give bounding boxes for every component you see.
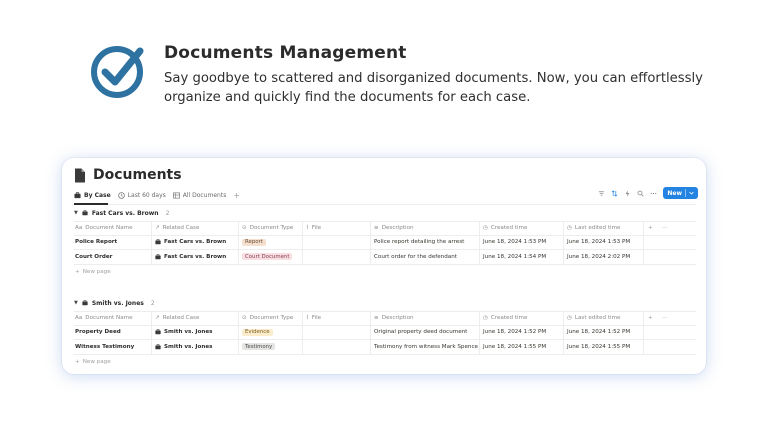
text-icon: ≡ [374,225,379,232]
document-type-tag: Court Document [242,253,293,261]
clock-icon: ◷ [483,315,488,322]
view-tabs: By Case Last 60 days All Documents + [74,188,240,202]
views-divider [72,204,696,205]
arrow-up-right-icon: ↗ [155,225,160,232]
column-document-type[interactable]: ⊙ Document Type [239,222,303,235]
column-document-name[interactable]: Aa Document Name [74,222,152,235]
add-column-icon: + [648,225,653,232]
document-type-tag: Evidence [242,328,273,336]
column-document-type[interactable]: ⊙ Document Type [239,312,303,325]
column-created-time[interactable]: ◷ Created time [480,312,564,325]
chevron-down-icon[interactable] [689,191,694,195]
briefcase-icon [74,191,81,198]
more-options-icon[interactable] [650,190,657,197]
hero-description: Say goodbye to scattered and disorganize… [164,71,703,105]
database-title-text[interactable]: Documents [93,167,182,183]
plus-icon: + [75,268,80,275]
document-type-tag: Testimony [242,343,276,351]
table-header-row: Aa Document Name ↗ Related Case ⊙ Document … [74,221,696,236]
hero-title: Documents Management [164,43,407,63]
paperclip-icon: ⌇ [306,225,309,232]
collapse-triangle-icon[interactable]: ▼ [74,210,78,216]
select-icon: ⊙ [242,315,247,322]
documents-table: Aa Document Name ↗ Related Case ⊙ Document … [74,311,696,369]
plus-icon: + [75,358,80,365]
more-icon: ··· [662,315,668,322]
text-icon: ≡ [374,315,379,322]
add-view-button[interactable]: + [233,191,240,200]
group-name: Smith vs. Jones [91,299,144,307]
table-row[interactable]: Police Report Fast Cars vs. Brown Report… [74,235,696,250]
new-page-button[interactable]: + New page [74,355,696,369]
database-title: Documents [74,164,182,186]
group-header[interactable]: ▼ Fast Cars vs. Brown 2 [74,207,169,219]
search-icon[interactable] [637,190,644,197]
select-icon: ⊙ [242,225,247,232]
check-circle-icon [91,46,144,98]
column-add-and-more[interactable]: + ··· [644,312,696,325]
briefcase-icon [155,254,161,259]
column-last-edited-time[interactable]: ◷ Last edited time [564,222,644,235]
group-name: Fast Cars vs. Brown [91,209,159,217]
documents-table: Aa Document Name ↗ Related Case ⊙ Document … [74,221,696,279]
clock-icon: ◷ [483,225,488,232]
column-file[interactable]: ⌇ File [303,222,371,235]
sort-icon[interactable] [611,189,618,197]
column-related-case[interactable]: ↗ Related Case [152,222,239,235]
clock-icon: ◷ [567,225,572,232]
column-add-and-more[interactable]: + ··· [644,222,696,235]
table-icon [172,192,180,198]
arrow-up-right-icon: ↗ [155,315,160,322]
add-column-icon: + [648,315,653,322]
documents-database-card: Documents By Case Last 60 days All Docum… [62,158,706,374]
table-row[interactable]: Property Deed Smith vs. Jones Evidence O… [74,325,696,340]
paperclip-icon: ⌇ [306,315,309,322]
column-last-edited-time[interactable]: ◷ Last edited time [564,312,644,325]
document-type-tag: Report [242,238,266,246]
tab-last-60-days[interactable]: Last 60 days [117,188,166,202]
tab-by-case[interactable]: By Case [74,188,111,202]
new-button[interactable]: New [663,187,698,199]
collapse-triangle-icon[interactable]: ▼ [74,300,78,306]
briefcase-icon [82,300,88,306]
group-count: 2 [165,209,170,217]
group-count: 2 [150,299,155,307]
active-tab-underline [74,203,108,205]
table-row[interactable]: Court Order Fast Cars vs. Brown Court Do… [74,250,696,265]
column-related-case[interactable]: ↗ Related Case [152,312,239,325]
lightning-icon[interactable] [624,189,631,197]
database-toolbar: New [598,186,698,200]
new-page-button[interactable]: + New page [74,265,696,279]
briefcase-icon [155,239,161,245]
briefcase-icon [82,210,88,216]
tab-all-documents[interactable]: All Documents [172,188,226,202]
group-header[interactable]: ▼ Smith vs. Jones 2 [74,297,155,309]
column-description[interactable]: ≡ Description [371,312,480,325]
briefcase-icon [155,329,161,335]
clock-icon: ◷ [567,315,572,322]
column-document-name[interactable]: Aa Document Name [74,312,152,325]
table-row[interactable]: Witness Testimony Smith vs. Jones Testim… [74,340,696,355]
column-file[interactable]: ⌇ File [303,312,371,325]
briefcase-icon [155,344,161,349]
hero-section: Documents Management Say goodbye to scat… [90,42,730,112]
more-icon: ··· [662,225,668,232]
column-description[interactable]: ≡ Description [371,222,480,235]
clock-icon [117,191,125,199]
column-created-time[interactable]: ◷ Created time [480,222,564,235]
document-icon [75,168,85,182]
filter-icon[interactable] [598,190,605,197]
table-header-row: Aa Document Name ↗ Related Case ⊙ Document … [74,311,696,326]
